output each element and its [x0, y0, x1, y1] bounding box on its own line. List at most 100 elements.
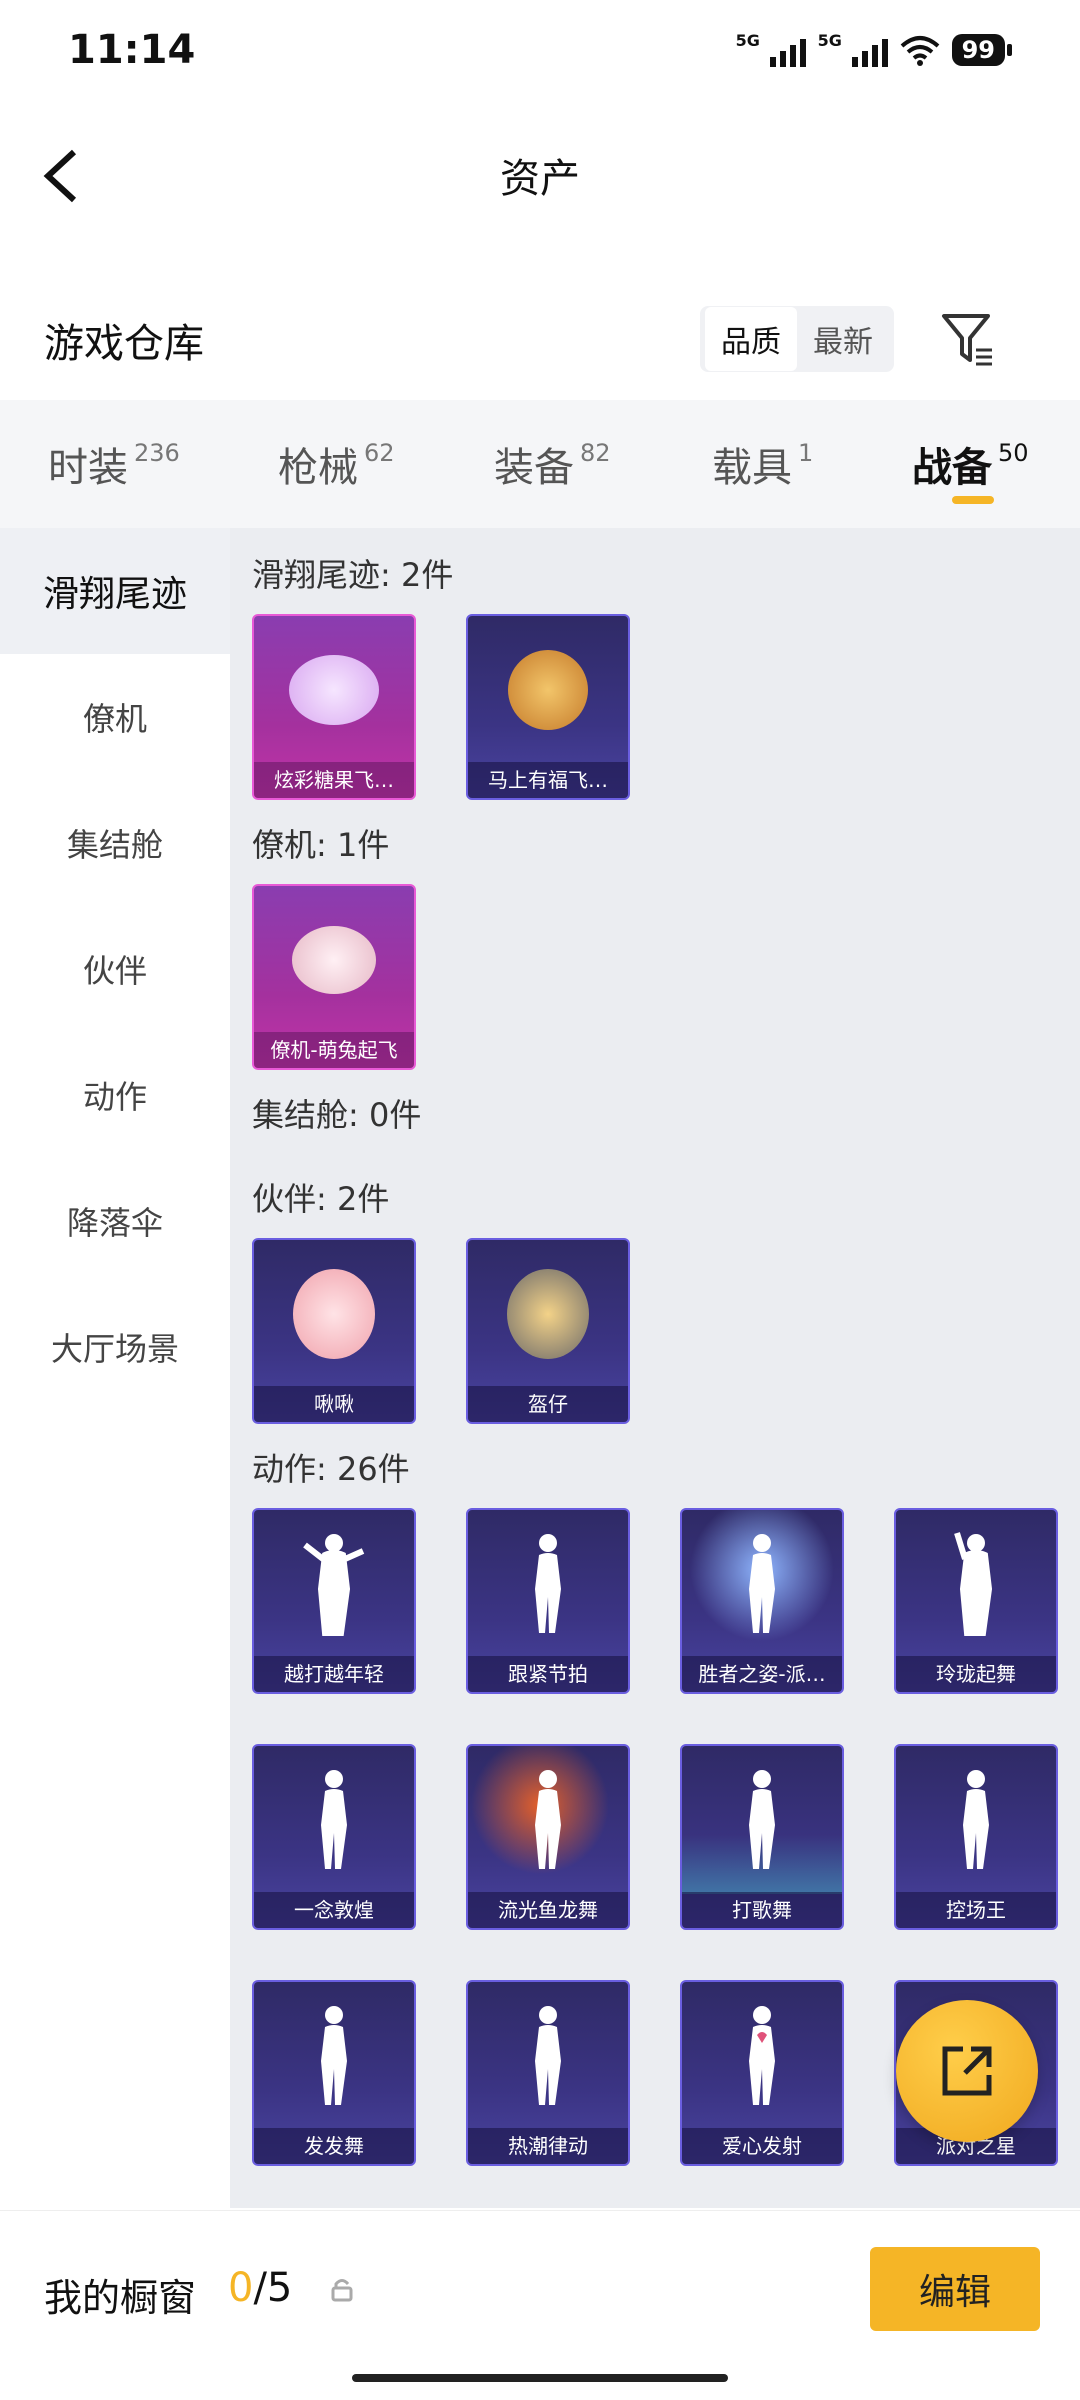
- item-name: 盔仔: [468, 1386, 628, 1422]
- edit-button[interactable]: 编辑: [870, 2247, 1040, 2331]
- item-name: 打歌舞: [682, 1892, 842, 1928]
- dancer-figure-icon: [254, 1510, 414, 1658]
- item-image: [254, 616, 414, 764]
- section-header-glide: 滑翔尾迹: 2件: [252, 556, 454, 594]
- battery-icon: 99: [951, 34, 1012, 66]
- tab-label: 枪械: [278, 445, 358, 491]
- home-indicator[interactable]: [352, 2374, 728, 2382]
- item-name: 一念敦煌: [254, 1892, 414, 1928]
- tab-label: 装备: [494, 445, 574, 491]
- lock-icon: [331, 2279, 353, 2302]
- share-icon: [942, 2046, 992, 2096]
- item-name: 啾啾: [254, 1386, 414, 1422]
- sidebar-item-capsule[interactable]: 集结舱: [0, 780, 230, 906]
- tab-count: 1: [798, 439, 814, 467]
- dancer-figure-icon: [682, 1746, 842, 1894]
- section-header-capsule: 集结舱: 0件: [252, 1096, 422, 1134]
- tab-readiness[interactable]: 战备 50: [912, 435, 1029, 493]
- tab-count: 236: [134, 439, 180, 467]
- warehouse-title: 游戏仓库: [44, 321, 204, 367]
- sidebar-item-partner[interactable]: 伙伴: [0, 906, 230, 1032]
- subcategory-sidebar: 滑翔尾迹 僚机 集结舱 伙伴 动作 降落伞 大厅场景: [0, 528, 230, 2208]
- item-card[interactable]: 啾啾: [252, 1238, 416, 1424]
- sidebar-item-emote[interactable]: 动作: [0, 1032, 230, 1158]
- item-card[interactable]: 越打越年轻: [252, 1508, 416, 1694]
- back-arrow-icon[interactable]: [40, 148, 90, 204]
- item-card[interactable]: 马上有福飞…: [466, 614, 630, 800]
- item-card[interactable]: 胜者之姿-派…: [680, 1508, 844, 1694]
- item-name: 发发舞: [254, 2128, 414, 2164]
- item-card[interactable]: 盔仔: [466, 1238, 630, 1424]
- active-tab-indicator: [952, 496, 994, 504]
- item-image: [468, 1240, 628, 1388]
- category-tabs: 时装 236 枪械 62 装备 82 载具 1 战备 50: [0, 400, 1080, 528]
- sort-newest-button[interactable]: 最新: [797, 307, 889, 371]
- showcase-footer: 我的橱窗 0/5 编辑: [0, 2210, 1080, 2400]
- dancer-figure-icon: [254, 1982, 414, 2130]
- dancer-figure-icon: [468, 1510, 628, 1658]
- item-name: 炫彩糖果飞…: [254, 762, 414, 798]
- sidebar-item-lobby-scene[interactable]: 大厅场景: [0, 1284, 230, 1410]
- dancer-figure-icon: [682, 1510, 842, 1658]
- item-name: 马上有福飞…: [468, 762, 628, 798]
- item-image: [254, 886, 414, 1034]
- signal-icon: 5G: [817, 31, 888, 67]
- tab-fashion[interactable]: 时装 236: [48, 435, 180, 493]
- item-card[interactable]: 热潮律动: [466, 1980, 630, 2166]
- sidebar-item-wingman[interactable]: 僚机: [0, 654, 230, 780]
- tab-firearms[interactable]: 枪械 62: [278, 435, 395, 493]
- sort-quality-button[interactable]: 品质: [705, 307, 797, 371]
- section-header-wingman: 僚机: 1件: [252, 826, 390, 864]
- tab-count: 82: [580, 439, 611, 467]
- item-name: 跟紧节拍: [468, 1656, 628, 1692]
- status-icons: 5G 5G 99: [735, 31, 1012, 67]
- item-image: [468, 616, 628, 764]
- dancer-figure-icon: [682, 1982, 842, 2130]
- item-card[interactable]: 僚机-萌兔起飞: [252, 884, 416, 1070]
- item-card[interactable]: 打歌舞: [680, 1744, 844, 1930]
- item-card[interactable]: 控场王: [894, 1744, 1058, 1930]
- sidebar-item-glide-trail[interactable]: 滑翔尾迹: [0, 528, 230, 654]
- item-name: 胜者之姿-派…: [682, 1656, 842, 1692]
- item-card[interactable]: 一念敦煌: [252, 1744, 416, 1930]
- item-card[interactable]: 玲珑起舞: [894, 1508, 1058, 1694]
- item-name: 僚机-萌兔起飞: [254, 1032, 414, 1068]
- item-name: 越打越年轻: [254, 1656, 414, 1692]
- nav-bar: 资产: [0, 110, 1080, 240]
- showcase-label: 我的橱窗: [44, 2276, 197, 2320]
- item-image: [254, 1240, 414, 1388]
- section-header-partner: 伙伴: 2件: [252, 1180, 390, 1218]
- dancer-figure-icon: [896, 1746, 1056, 1894]
- item-name: 流光鱼龙舞: [468, 1892, 628, 1928]
- tab-label: 载具: [712, 445, 792, 491]
- page-title: 资产: [500, 156, 580, 202]
- sim1-label: 5G: [735, 31, 760, 50]
- item-name: 热潮律动: [468, 2128, 628, 2164]
- section-header-emote: 动作: 26件: [252, 1450, 410, 1488]
- dancer-figure-icon: [896, 1510, 1056, 1658]
- item-grid: 滑翔尾迹: 2件 炫彩糖果飞… 马上有福飞… 僚机: 1件 僚机-萌兔起飞 集结…: [230, 528, 1080, 2208]
- showcase-current: 0: [228, 2265, 254, 2311]
- tab-label: 时装: [48, 445, 128, 491]
- sort-toggle: 品质 最新: [700, 306, 894, 372]
- tab-equipment[interactable]: 装备 82: [494, 435, 611, 493]
- item-card[interactable]: 爱心发射: [680, 1980, 844, 2166]
- item-card[interactable]: 流光鱼龙舞: [466, 1744, 630, 1930]
- item-card[interactable]: 发发舞: [252, 1980, 416, 2166]
- item-name: 爱心发射: [682, 2128, 842, 2164]
- sim2-label: 5G: [817, 31, 842, 50]
- status-bar: 11:14 5G 5G 99: [0, 0, 1080, 100]
- item-name: 控场王: [896, 1892, 1056, 1928]
- dancer-figure-icon: [468, 1746, 628, 1894]
- dancer-figure-icon: [468, 1982, 628, 2130]
- item-card[interactable]: 跟紧节拍: [466, 1508, 630, 1694]
- signal-icon: 5G: [735, 31, 806, 67]
- filter-icon[interactable]: [940, 310, 996, 370]
- sidebar-item-parachute[interactable]: 降落伞: [0, 1158, 230, 1284]
- showcase-count: 0/5: [228, 2265, 292, 2311]
- share-button[interactable]: [896, 2000, 1038, 2142]
- item-card[interactable]: 炫彩糖果飞…: [252, 614, 416, 800]
- tab-count: 50: [998, 439, 1029, 467]
- tab-vehicles[interactable]: 载具 1: [712, 435, 813, 493]
- showcase-total: /5: [253, 2265, 293, 2311]
